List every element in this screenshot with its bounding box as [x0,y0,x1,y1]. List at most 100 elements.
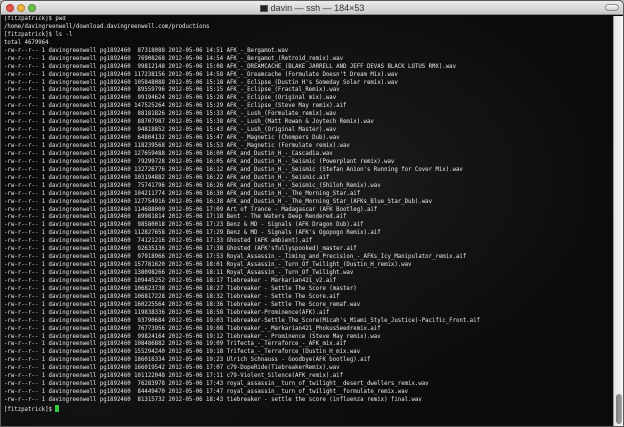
terminal-line-text: -rw-r--r-- 1 davingreenwell pg1892460 11… [4,206,378,213]
terminal-line: /home/davingreenwell/download.davingreen… [4,24,613,32]
terminal-line: -rw-r--r-- 1 davingreenwell pg1892460 87… [4,48,613,56]
terminal-line-text: -rw-r--r-- 1 davingreenwell pg1892460 18… [4,357,371,364]
terminal-line: -rw-r--r-- 1 davingreenwell pg1892460 89… [4,87,613,95]
terminal-line: -rw-r--r-- 1 davingreenwell pg1892460 13… [4,167,613,175]
terminal-line: -rw-r--r-- 1 davingreenwell pg1892460 99… [4,334,613,342]
terminal-prompt-line: [fitzpatrick]$ [4,404,613,413]
vertical-scrollbar[interactable] [613,16,623,426]
terminal-line: -rw-r--r-- 1 davingreenwell pg1892460 76… [4,381,613,389]
terminal-line-text: [fitzpatrick]$ ls -l [4,31,73,38]
terminal-line-text: -rw-r--r-- 1 davingreenwell pg1892460 10… [4,341,347,348]
terminal-line: -rw-r--r-- 1 davingreenwell pg1892460 76… [4,326,613,334]
terminal-line-text: -rw-r--r-- 1 davingreenwell pg1892460 10… [4,174,330,181]
terminal-line: -rw-r--r-- 1 davingreenwell pg1892460 99… [4,95,613,103]
terminal-line-text: -rw-r--r-- 1 davingreenwell pg1892460 89… [4,214,347,221]
scrollbar-thumb[interactable] [616,394,622,424]
terminal-line: -rw-r--r-- 1 davingreenwell pg1892460 16… [4,365,613,373]
terminal-line: -rw-r--r-- 1 davingreenwell pg1892460 94… [4,127,613,135]
terminal-line-text: -rw-r--r-- 1 davingreenwell pg1892460 99… [4,95,337,102]
terminal-line: -rw-r--r-- 1 davingreenwell pg1892460 15… [4,349,613,357]
terminal-line-text: -rw-r--r-- 1 davingreenwell pg1892460 76… [4,381,429,388]
terminal-line: -rw-r--r-- 1 davingreenwell pg1892460 76… [4,56,613,64]
terminal-line-text: -rw-r--r-- 1 davingreenwell pg1892460 11… [4,71,398,78]
terminal-line-text: -rw-r--r-- 1 davingreenwell pg1892460 10… [4,373,343,380]
terminal-line-text: -rw-r--r-- 1 davingreenwell pg1892460 13… [4,166,463,173]
terminal-line-text: -rw-r--r-- 1 davingreenwell pg1892460 10… [4,190,361,197]
terminal-line: -rw-r--r-- 1 davingreenwell pg1892460 16… [4,302,613,310]
terminal-line: -rw-r--r-- 1 davingreenwell pg1892460 14… [4,103,613,111]
terminal-line-text: -rw-r--r-- 1 davingreenwell pg1892460 11… [4,143,350,149]
terminal-output[interactable]: [fitzpatrick]$ pwd/home/davingreenwell/d… [1,16,613,426]
terminal-line: -rw-r--r-- 1 davingreenwell pg1892460 88… [4,119,613,127]
terminal-line: -rw-r--r-- 1 davingreenwell pg1892460 93… [4,318,613,326]
terminal-line: -rw-r--r-- 1 davingreenwell pg1892460 18… [4,357,613,365]
terminal-line: -rw-r--r-- 1 davingreenwell pg1892460 10… [4,80,613,88]
terminal-line-text: -rw-r--r-- 1 davingreenwell pg1892460 64… [4,135,340,142]
terminal-line: -rw-r--r-- 1 davingreenwell pg1892460 97… [4,254,613,262]
terminal-line: -rw-r--r-- 1 davingreenwell pg1892460 99… [4,64,613,72]
terminal-line-text: -rw-r--r-- 1 davingreenwell pg1892460 16… [4,365,340,372]
terminal-line-text: /home/davingreenwell/download.davingreen… [4,23,210,30]
terminal-line-text: -rw-r--r-- 1 davingreenwell pg1892460 10… [4,285,357,292]
terminal-line-text: -rw-r--r-- 1 davingreenwell pg1892460 11… [4,230,381,237]
terminal-line-text: -rw-r--r-- 1 davingreenwell pg1892460 93… [4,317,480,324]
terminal-line: -rw-r--r-- 1 davingreenwell pg1892460 10… [4,294,613,302]
terminal-line-text: -rw-r--r-- 1 davingreenwell pg1892460 92… [4,246,357,253]
terminal-line: -rw-r--r-- 1 davingreenwell pg1892460 98… [4,222,613,230]
terminal-line: -rw-r--r-- 1 davingreenwell pg1892460 84… [4,389,613,397]
terminal-line: [fitzpatrick]$ ls -l [4,32,613,40]
terminal-line-text: -rw-r--r-- 1 davingreenwell pg1892460 88… [4,111,337,118]
terminal-line: -rw-r--r-- 1 davingreenwell pg1892460 12… [4,199,613,207]
window-title: davin — ssh — 184×53 [270,3,365,13]
terminal-line-text: [fitzpatrick]$ [4,406,56,413]
terminal-line: -rw-r--r-- 1 davingreenwell pg1892460 10… [4,373,613,381]
terminal-line-text: -rw-r--r-- 1 davingreenwell pg1892460 88… [4,119,374,126]
terminal-line-text: -rw-r--r-- 1 davingreenwell pg1892460 99… [4,63,456,70]
terminal-line-text: -rw-r--r-- 1 davingreenwell pg1892460 15… [4,349,361,356]
terminal-line: -rw-r--r-- 1 davingreenwell pg1892460 11… [4,72,613,80]
terminal-line-text: -rw-r--r-- 1 davingreenwell pg1892460 75… [4,182,381,189]
terminal-line-text: -rw-r--r-- 1 davingreenwell pg1892460 79… [4,158,395,165]
terminal-line-text: -rw-r--r-- 1 davingreenwell pg1892460 76… [4,55,343,62]
terminal-line-text: -rw-r--r-- 1 davingreenwell pg1892460 76… [4,325,381,332]
terminal-line-text: -rw-r--r-- 1 davingreenwell pg1892460 89… [4,87,340,94]
terminal-window: davin — ssh — 184×53 [fitzpatrick]$ pwd /… [0,0,624,427]
terminal-line-text: -rw-r--r-- 1 davingreenwell pg1892460 97… [4,254,467,261]
terminal-line: -rw-r--r-- 1 davingreenwell pg1892460 75… [4,183,613,191]
terminal-line: -rw-r--r-- 1 davingreenwell pg1892460 88… [4,111,613,119]
terminal-line: -rw-r--r-- 1 davingreenwell pg1892460 13… [4,270,613,278]
terminal-line-text: -rw-r--r-- 1 davingreenwell pg1892460 84… [4,389,409,396]
terminal-line: -rw-r--r-- 1 davingreenwell pg1892460 10… [4,191,613,199]
window-title-area: davin — ssh — 184×53 [1,2,623,14]
terminal-line: -rw-r--r-- 1 davingreenwell pg1892460 81… [4,397,613,405]
terminal-line-text: -rw-r--r-- 1 davingreenwell pg1892460 10… [4,79,398,86]
terminal-line-text: -rw-r--r-- 1 davingreenwell pg1892460 15… [4,262,412,269]
title-bar[interactable]: davin — ssh — 184×53 [1,1,623,15]
terminal-line: -rw-r--r-- 1 davingreenwell pg1892460 10… [4,286,613,294]
terminal-line: -rw-r--r-- 1 davingreenwell pg1892460 11… [4,230,613,238]
terminal-cursor [55,404,60,412]
terminal-line: -rw-r--r-- 1 davingreenwell pg1892460 15… [4,262,613,270]
terminal-line-text: -rw-r--r-- 1 davingreenwell pg1892460 99… [4,333,381,340]
terminal-line-text: -rw-r--r-- 1 davingreenwell pg1892460 11… [4,309,330,316]
terminal-line-text: -rw-r--r-- 1 davingreenwell pg1892460 12… [4,198,433,205]
terminal-line: -rw-r--r-- 1 davingreenwell pg1892460 10… [4,341,613,349]
terminal-line-text: -rw-r--r-- 1 davingreenwell pg1892460 10… [4,277,337,284]
terminal-line: -rw-r--r-- 1 davingreenwell pg1892460 92… [4,246,613,254]
terminal-line: [fitzpatrick]$ pwd [4,16,613,24]
terminal-line-text: -rw-r--r-- 1 davingreenwell pg1892460 14… [4,103,347,110]
terminal-line-text: -rw-r--r-- 1 davingreenwell pg1892460 87… [4,47,289,54]
terminal-line: -rw-r--r-- 1 davingreenwell pg1892460 64… [4,135,613,143]
terminal-line-text: -rw-r--r-- 1 davingreenwell pg1892460 74… [4,238,313,245]
terminal-line-text: [fitzpatrick]$ pwd [4,16,66,22]
terminal-line-text: -rw-r--r-- 1 davingreenwell pg1892460 98… [4,222,364,229]
terminal-line: -rw-r--r-- 1 davingreenwell pg1892460 74… [4,238,613,246]
terminal-icon [259,5,268,12]
terminal-line: -rw-r--r-- 1 davingreenwell pg1892460 11… [4,310,613,318]
terminal-line: -rw-r--r-- 1 davingreenwell pg1892460 11… [4,143,613,151]
terminal-line: -rw-r--r-- 1 davingreenwell pg1892460 89… [4,214,613,222]
terminal-line-text: -rw-r--r-- 1 davingreenwell pg1892460 12… [4,150,333,157]
toolbar-toggle-button[interactable] [605,4,619,11]
terminal-line-text: -rw-r--r-- 1 davingreenwell pg1892460 16… [4,301,361,308]
terminal-line-text: -rw-r--r-- 1 davingreenwell pg1892460 81… [4,397,422,403]
